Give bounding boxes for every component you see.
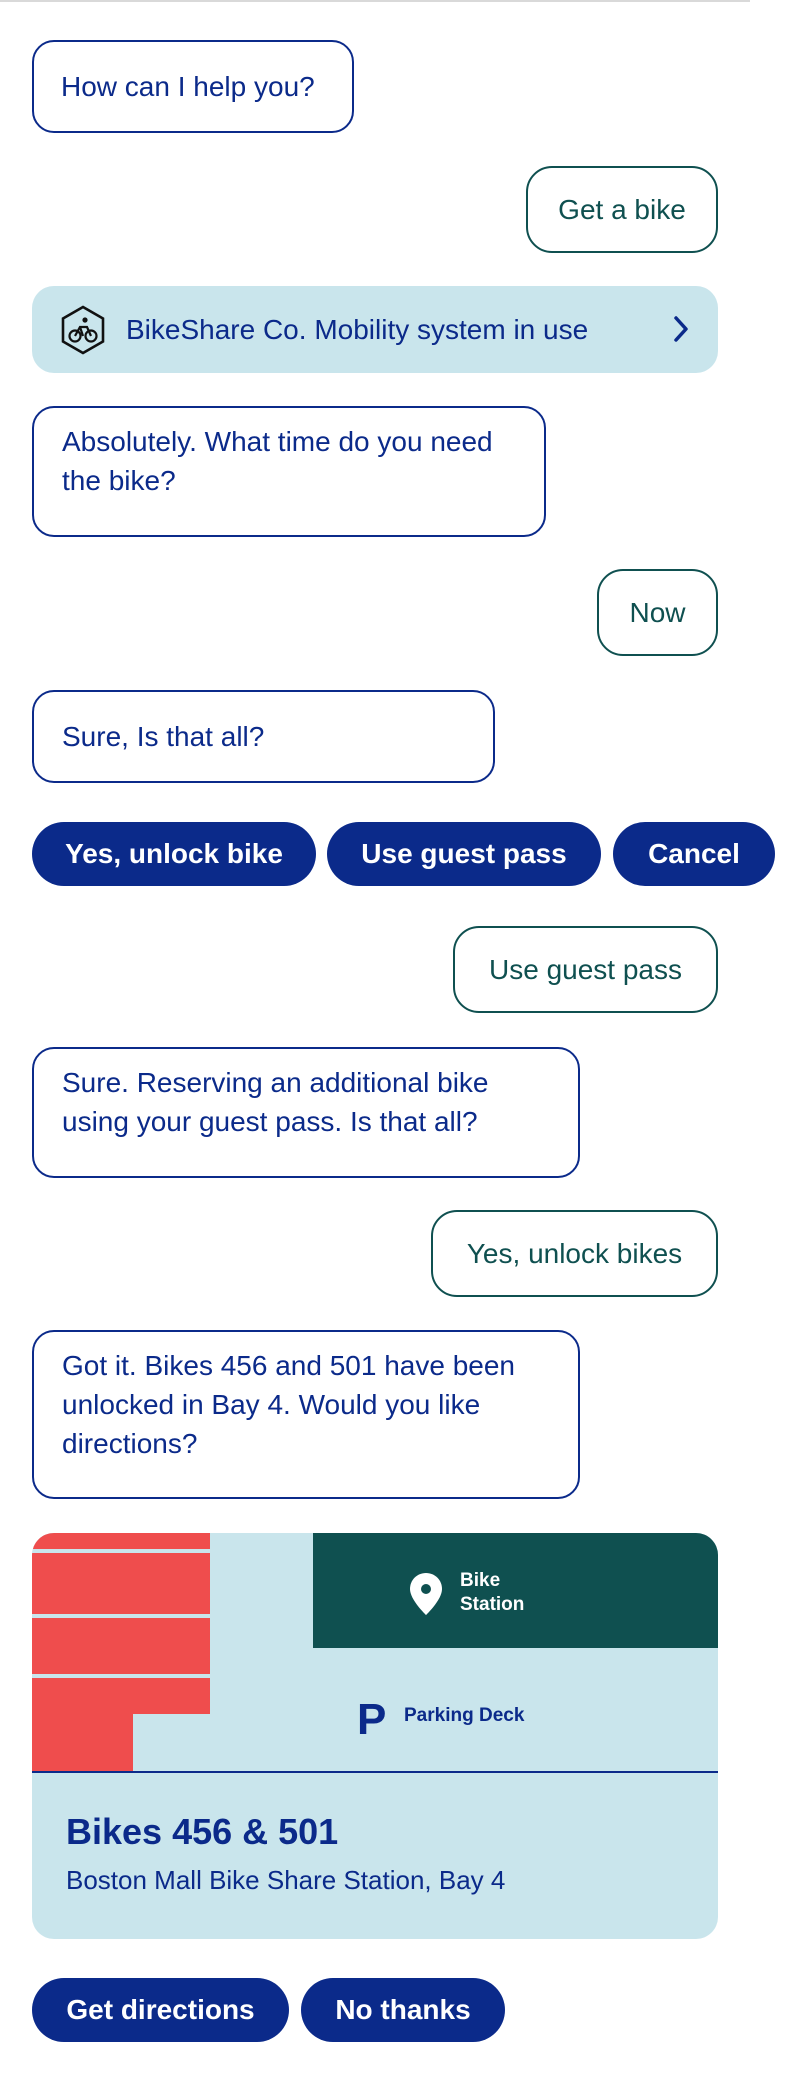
message-text: Sure, Is that all?	[62, 721, 265, 752]
map-divider	[32, 1771, 718, 1773]
bot-message-reserving: Sure. Reserving an additional bike using…	[32, 1047, 580, 1178]
unlock-bike-button[interactable]: Yes, unlock bike	[32, 822, 316, 886]
message-text: Sure. Reserving an additional bike using…	[62, 1067, 489, 1137]
station-label-line1: Bike	[460, 1570, 501, 1591]
button-label: Cancel	[648, 838, 740, 869]
map-card[interactable]: P Bike Station Parking Deck Bikes 456 & …	[32, 1533, 718, 1939]
system-banner[interactable]: BikeShare Co. Mobility system in use	[32, 286, 718, 373]
chevron-right-icon	[674, 316, 688, 342]
map-image: P	[32, 1533, 718, 1771]
message-text: Now	[629, 596, 686, 628]
button-label: Get directions	[66, 1994, 255, 2025]
get-directions-button[interactable]: Get directions	[32, 1978, 289, 2042]
cancel-button[interactable]: Cancel	[613, 822, 775, 886]
bike-hexagon-icon	[61, 305, 105, 354]
bot-message-time: Absolutely. What time do you need the bi…	[32, 406, 546, 537]
bike-station-label: Bike Station	[460, 1569, 524, 1617]
user-message-now: Now	[597, 569, 718, 656]
bot-message-confirm: Sure, Is that all?	[32, 690, 495, 783]
button-label: Yes, unlock bike	[65, 838, 283, 869]
parking-icon: P	[357, 1695, 386, 1744]
card-title: Bikes 456 & 501	[66, 1811, 339, 1852]
card-subtitle: Boston Mall Bike Share Station, Bay 4	[66, 1865, 506, 1895]
user-message-guest-pass: Use guest pass	[453, 926, 718, 1013]
top-divider	[0, 0, 750, 2]
message-text: Got it. Bikes 456 and 501 have been unlo…	[62, 1350, 515, 1459]
user-message-unlock-bikes: Yes, unlock bikes	[431, 1210, 718, 1297]
message-text: Use guest pass	[489, 953, 682, 985]
svg-text:P: P	[357, 1695, 386, 1744]
system-banner-label: BikeShare Co. Mobility system in use	[126, 313, 589, 345]
bot-message-greeting: How can I help you?	[32, 40, 354, 133]
no-thanks-button[interactable]: No thanks	[301, 1978, 505, 2042]
station-label-line2: Station	[460, 1594, 525, 1615]
message-text: Get a bike	[558, 193, 686, 225]
button-label: No thanks	[335, 1994, 471, 2025]
button-label: Use guest pass	[361, 838, 567, 869]
message-text: How can I help you?	[61, 71, 315, 102]
message-text: Yes, unlock bikes	[466, 1237, 683, 1269]
use-guest-pass-button[interactable]: Use guest pass	[327, 822, 601, 886]
user-message-get-bike: Get a bike	[526, 166, 718, 253]
bot-message-unlocked: Got it. Bikes 456 and 501 have been unlo…	[32, 1330, 580, 1499]
message-text: Absolutely. What time do you need the bi…	[62, 426, 493, 496]
parking-deck-label: Parking Deck	[404, 1705, 525, 1726]
